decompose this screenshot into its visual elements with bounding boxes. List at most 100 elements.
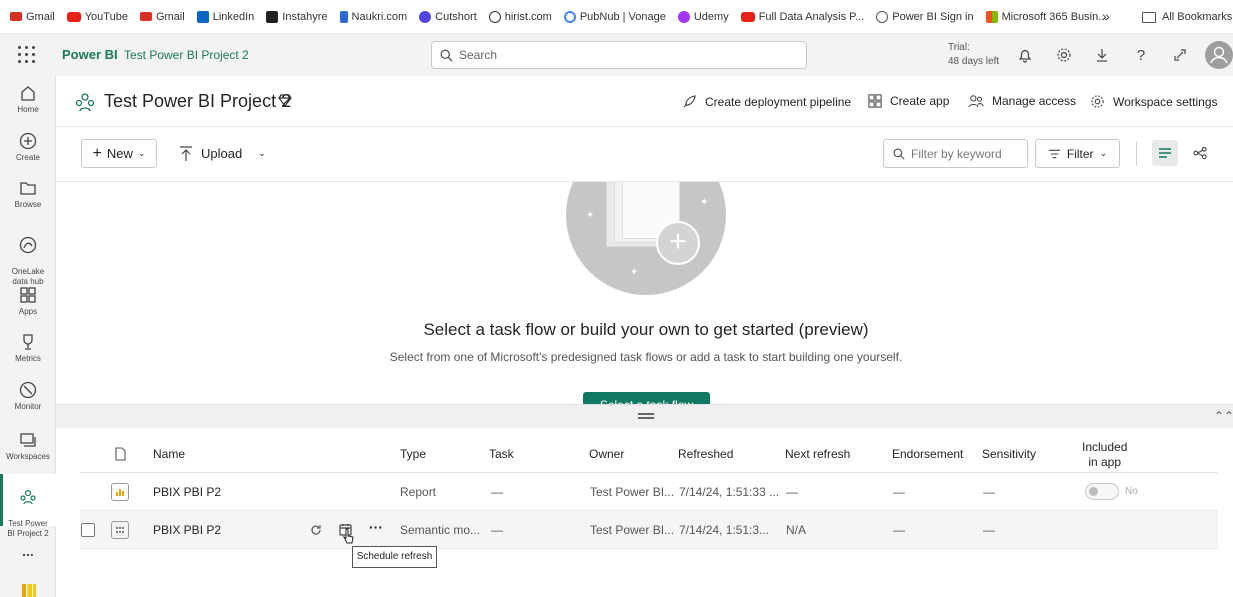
item-owner: Test Power BI... xyxy=(590,485,675,499)
bookmark-microsoft365[interactable]: Microsoft 365 Busin... xyxy=(980,0,1114,34)
select-task-flow-button[interactable]: Select a task flow xyxy=(583,392,710,404)
breadcrumb[interactable]: Test Power BI Project 2 xyxy=(124,48,249,62)
nav-onelake-data-hub[interactable]: OneLake data hub xyxy=(0,226,56,286)
new-label: New xyxy=(106,146,133,161)
bookmark-hirist[interactable]: hirist.com xyxy=(483,0,558,34)
nav-create[interactable]: Create xyxy=(0,132,56,172)
notifications-icon[interactable] xyxy=(1015,45,1035,65)
left-navigation: Home Create Browse OneLake data hub Apps… xyxy=(0,76,56,597)
bookmark-label: Microsoft 365 Busin... xyxy=(1001,10,1108,23)
column-header-type[interactable]: Type xyxy=(400,447,426,461)
toggle-state-label: No xyxy=(1125,486,1138,497)
nav-home[interactable]: Home xyxy=(0,84,56,124)
bookmark-gmail-2[interactable]: Gmail xyxy=(134,0,191,34)
lineage-view-button[interactable] xyxy=(1187,140,1213,166)
bookmark-pubnub[interactable]: PubNub | Vonage xyxy=(558,0,672,34)
nav-label: Metrics xyxy=(15,354,41,363)
column-header-task[interactable]: Task xyxy=(489,447,514,461)
search-input[interactable]: Search xyxy=(431,41,807,69)
folder-icon xyxy=(1142,11,1156,23)
home-icon xyxy=(19,84,37,102)
item-name[interactable]: PBIX PBI P2 xyxy=(153,485,221,499)
all-bookmarks-button[interactable]: All Bookmarks xyxy=(1142,0,1232,34)
bookmark-cutshort[interactable]: Cutshort xyxy=(413,0,483,34)
task-flow-illustration: + ✦ ✦ ✦ xyxy=(566,182,726,295)
premium-diamond-icon xyxy=(278,94,292,107)
bookmark-naukri[interactable]: Naukri.com xyxy=(334,0,414,34)
bookmark-udemy[interactable]: Udemy xyxy=(672,0,735,34)
item-refreshed: 7/14/24, 1:51:33 ... xyxy=(679,485,780,499)
user-icon xyxy=(1210,46,1228,64)
header-line: in app xyxy=(1088,455,1122,469)
report-icon xyxy=(111,483,129,501)
filter-button[interactable]: Filter ⌄ xyxy=(1035,139,1120,168)
new-button[interactable]: + New ⌄ xyxy=(81,139,157,168)
workspace-settings-button[interactable]: Workspace settings xyxy=(1090,94,1218,109)
manage-access-button[interactable]: Manage access xyxy=(968,94,1076,108)
action-label: Create deployment pipeline xyxy=(705,94,852,109)
create-app-button[interactable]: Create app xyxy=(868,94,949,108)
mouse-pointer-icon xyxy=(343,528,354,544)
bookmarks-overflow-icon[interactable]: » xyxy=(1102,8,1110,24)
action-label: Create app xyxy=(890,94,950,108)
row-checkbox[interactable] xyxy=(81,523,95,537)
refresh-icon[interactable] xyxy=(310,524,322,536)
bookmark-linkedin[interactable]: LinkedIn xyxy=(191,0,261,34)
column-header-owner[interactable]: Owner xyxy=(589,447,624,461)
bookmark-powerbi-signin[interactable]: Power BI Sign in xyxy=(870,0,979,34)
more-options-icon[interactable]: ··· xyxy=(369,519,383,535)
upload-button[interactable]: Upload ⌄ xyxy=(179,139,266,168)
nav-current-workspace[interactable]: Test Power BI Project 2 xyxy=(0,474,56,538)
app-header: Power BI Test Power BI Project 2 Search … xyxy=(0,34,1233,76)
pane-splitter[interactable]: ⌃⌃ xyxy=(56,404,1233,428)
workspace-toolbar: + New ⌄ Upload ⌄ Filter by keyword Filte… xyxy=(56,127,1233,182)
bookmark-data-analysis[interactable]: Full Data Analysis P... xyxy=(735,0,871,34)
nav-monitor[interactable]: Monitor xyxy=(0,381,56,421)
help-icon[interactable]: ? xyxy=(1131,45,1151,65)
item-endorsement: — xyxy=(893,523,905,537)
included-in-app-toggle[interactable] xyxy=(1085,483,1119,500)
people-icon xyxy=(968,95,984,108)
globe-icon xyxy=(876,10,889,23)
bookmark-label: Full Data Analysis P... xyxy=(758,10,865,23)
item-name[interactable]: PBIX PBI P2 xyxy=(153,523,221,537)
google-icon xyxy=(563,10,576,23)
bookmark-instahyre[interactable]: Instahyre xyxy=(260,0,333,34)
share-icon[interactable] xyxy=(1170,45,1190,65)
all-bookmarks-label: All Bookmarks xyxy=(1162,11,1233,23)
nav-apps[interactable]: Apps xyxy=(0,286,56,326)
trial-label: Trial: xyxy=(948,42,970,53)
drag-handle-icon[interactable] xyxy=(638,413,654,419)
collapse-up-icon[interactable]: ⌃⌃ xyxy=(1214,409,1233,423)
create-deployment-pipeline-button[interactable]: Create deployment pipeline xyxy=(682,94,851,109)
column-header-sensitivity[interactable]: Sensitivity xyxy=(982,447,1036,461)
toolbar-divider xyxy=(1136,142,1137,166)
column-header-refreshed[interactable]: Refreshed xyxy=(678,447,733,461)
bookmark-youtube[interactable]: YouTube xyxy=(61,0,134,34)
download-icon[interactable] xyxy=(1092,45,1112,65)
youtube-icon xyxy=(66,11,81,22)
hirist-icon xyxy=(488,10,501,23)
plus-circle-icon xyxy=(19,132,37,150)
column-header-name[interactable]: Name xyxy=(153,447,185,461)
nav-metrics[interactable]: Metrics xyxy=(0,333,56,373)
settings-gear-icon[interactable] xyxy=(1054,45,1074,65)
list-view-button[interactable] xyxy=(1152,140,1178,166)
lineage-icon xyxy=(1192,146,1207,160)
avatar[interactable] xyxy=(1205,41,1233,69)
table-row[interactable]: PBIX PBI P2 Report — Test Power BI... 7/… xyxy=(80,473,1218,511)
column-header-next-refresh[interactable]: Next refresh xyxy=(785,447,850,461)
cutshort-icon xyxy=(419,10,432,23)
nav-label: OneLake data hub xyxy=(11,267,45,286)
nav-more[interactable]: ... xyxy=(0,544,56,562)
column-header-endorsement[interactable]: Endorsement xyxy=(892,447,963,461)
brand-name[interactable]: Power BI xyxy=(62,47,118,62)
nav-browse[interactable]: Browse xyxy=(0,179,56,219)
table-row[interactable]: PBIX PBI P2 ··· Semantic mo... — Test Po… xyxy=(80,511,1218,549)
column-header-included-in-app[interactable]: Included in app xyxy=(1082,440,1127,470)
bookmark-gmail[interactable]: Gmail xyxy=(0,0,61,34)
app-launcher-icon[interactable] xyxy=(18,46,36,64)
workspaces-icon xyxy=(19,431,37,449)
nav-workspaces[interactable]: Workspaces xyxy=(0,431,56,471)
filter-by-keyword-input[interactable]: Filter by keyword xyxy=(883,139,1028,168)
